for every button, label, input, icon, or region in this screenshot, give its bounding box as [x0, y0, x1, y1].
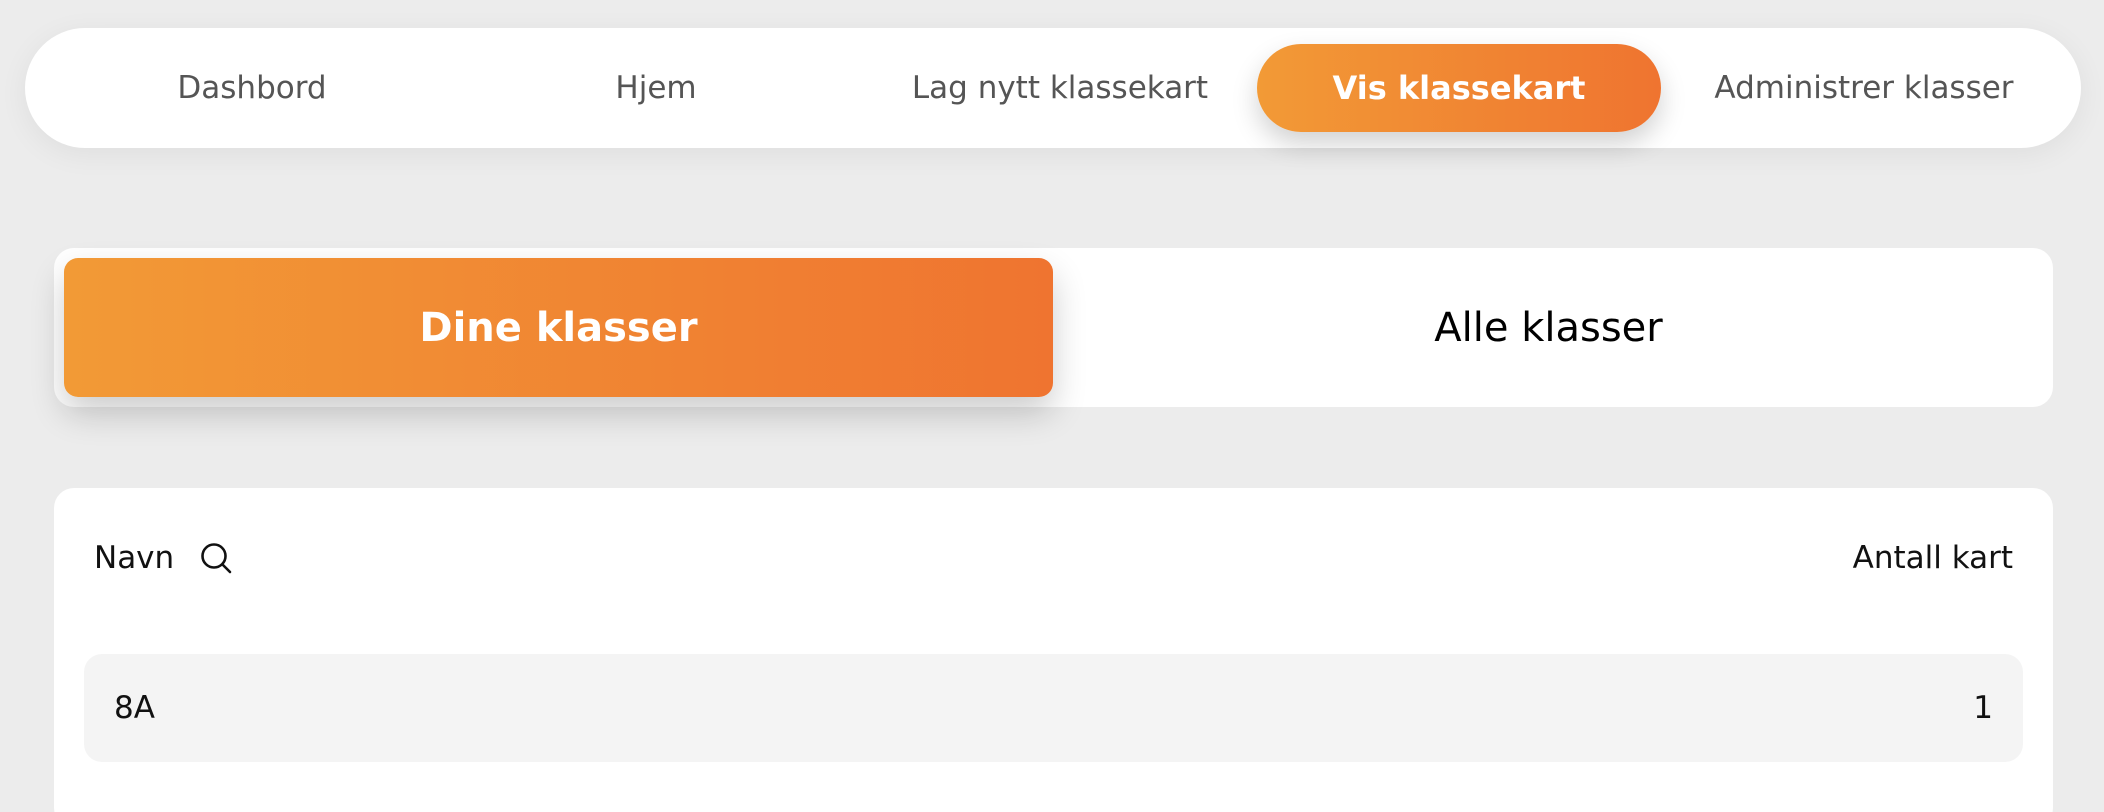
nav-item-administrer-klasser[interactable]: Administrer klasser [1662, 44, 2066, 132]
nav-item-lag-nytt-klassekart[interactable]: Lag nytt klassekart [858, 44, 1262, 132]
toggle-label: Dine klasser [419, 304, 698, 351]
map-count-cell: 1 [1973, 690, 1993, 726]
nav-item-label: Lag nytt klassekart [911, 70, 1209, 106]
column-header-count: Antall kart [1853, 538, 2013, 578]
top-navigation: Dashbord Hjem Lag nytt klassekart Vis kl… [25, 28, 2081, 148]
nav-item-label: Dashbord [177, 70, 327, 106]
toggle-alle-klasser[interactable]: Alle klasser [1054, 258, 2043, 397]
classes-table: Navn Antall kart 8A 1 [54, 488, 2053, 812]
nav-item-label: Hjem [615, 70, 697, 106]
table-row[interactable]: 8A 1 [84, 654, 2023, 762]
class-scope-toggle: Dine klasser Alle klasser [54, 248, 2053, 407]
class-name-cell: 8A [114, 690, 155, 726]
nav-item-hjem[interactable]: Hjem [454, 44, 858, 132]
search-icon[interactable] [196, 538, 236, 578]
page: Dashbord Hjem Lag nytt klassekart Vis kl… [0, 0, 2104, 812]
nav-item-vis-klassekart[interactable]: Vis klassekart [1257, 44, 1661, 132]
nav-item-label: Administrer klasser [1714, 70, 2014, 106]
nav-item-label: Vis klassekart [1332, 69, 1586, 107]
toggle-label: Alle klasser [1434, 304, 1663, 351]
column-header-count-label: Antall kart [1852, 540, 2013, 576]
column-header-name-label: Navn [94, 540, 175, 576]
column-header-name: Navn [94, 538, 236, 578]
table-header: Navn Antall kart [54, 538, 2053, 578]
toggle-dine-klasser[interactable]: Dine klasser [64, 258, 1053, 397]
nav-item-dashbord[interactable]: Dashbord [50, 44, 454, 132]
